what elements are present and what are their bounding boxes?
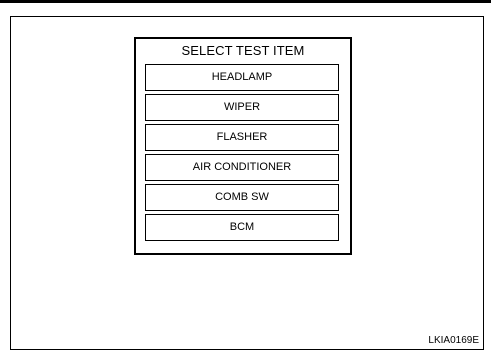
figure-code: LKIA0169E [428, 335, 479, 346]
test-item-list: HEADLAMP WIPER FLASHER AIR CONDITIONER C… [145, 64, 339, 244]
flasher-button[interactable]: FLASHER [145, 124, 339, 151]
wiper-button[interactable]: WIPER [145, 94, 339, 121]
screen-title: SELECT TEST ITEM [181, 43, 305, 58]
headlamp-button[interactable]: HEADLAMP [145, 64, 339, 91]
bcm-button[interactable]: BCM [145, 214, 339, 241]
air-conditioner-button[interactable]: AIR CONDITIONER [145, 154, 339, 181]
top-rule [0, 0, 491, 3]
comb-sw-button[interactable]: COMB SW [145, 184, 339, 211]
select-test-item-screen: SELECT TEST ITEM HEADLAMP WIPER FLASHER … [134, 37, 352, 255]
figure-frame: SELECT TEST ITEM HEADLAMP WIPER FLASHER … [10, 16, 484, 350]
